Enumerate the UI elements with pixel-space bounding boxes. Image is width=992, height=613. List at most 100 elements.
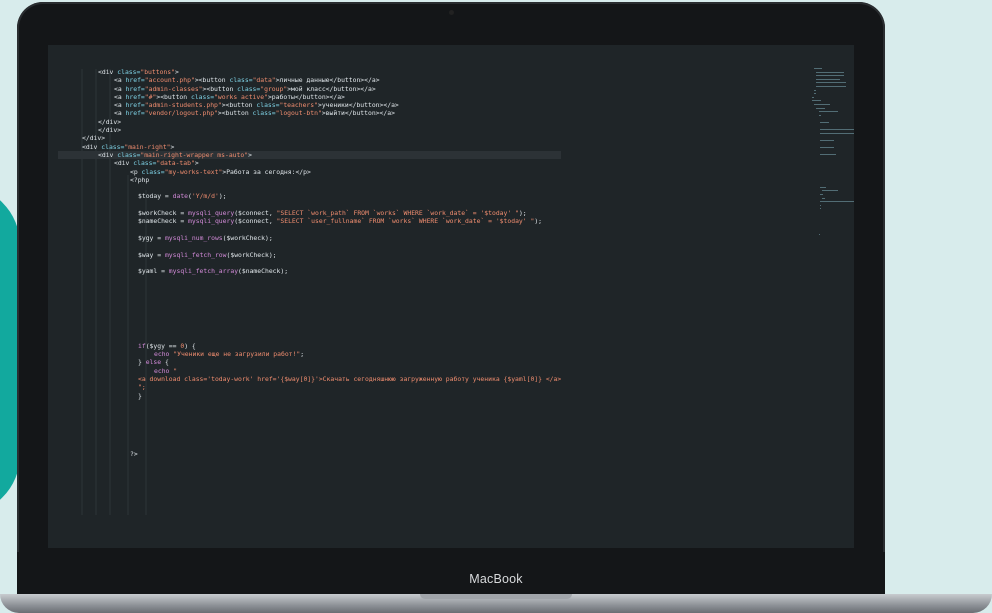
code-token: $way = (138, 250, 165, 259)
code-line[interactable] (58, 292, 561, 300)
code-line[interactable]: <p class="my-works-text">Работа за сегод… (58, 168, 561, 176)
code-line[interactable] (58, 300, 561, 308)
minimap-line (818, 114, 821, 116)
code-token: class= (229, 76, 253, 85)
minimap-line (816, 107, 826, 109)
code-token: mysqli_query (188, 217, 235, 226)
minimap-line (820, 201, 854, 203)
code-line[interactable]: $today = date('Y/m/d'); (58, 192, 561, 200)
code-token: "vendor/logout.php" (144, 109, 218, 118)
code-line[interactable]: $ygy = mysqli_num_rows($workCheck); (58, 234, 561, 242)
code-line[interactable]: <a href="admin-classes"><button class="g… (58, 85, 561, 93)
code-token: </div> (98, 117, 122, 126)
code-token: "SELECT `user_fullname` FROM `works` WHE… (276, 217, 535, 226)
code-token: >выйти</button></a> (321, 109, 395, 118)
code-line[interactable]: <a href="account.php"><button class="dat… (58, 76, 561, 84)
code-line[interactable] (58, 201, 561, 209)
code-token: "main-right" (124, 142, 171, 151)
code-line[interactable]: $nameCheck = mysqli_query($connect, "SEL… (58, 217, 561, 225)
code-token: <p (130, 167, 142, 176)
code-line[interactable]: <div class="main-right-wrapper ms-auto"> (58, 150, 562, 160)
code-token: href= (125, 101, 145, 110)
code-token: ($connect, (234, 217, 277, 226)
code-token: class= (141, 167, 165, 176)
code-line[interactable] (58, 334, 561, 342)
minimap-line (820, 132, 854, 134)
code-line[interactable] (58, 425, 561, 433)
code-line[interactable]: </div> (58, 134, 561, 142)
code-line[interactable]: </div> (58, 118, 561, 126)
code-token: "SELECT `work_path` FROM `works` WHERE `… (276, 209, 519, 218)
code-token: <div (114, 159, 134, 168)
code-line[interactable] (58, 309, 561, 317)
code-line[interactable]: <a download class='today-work' href='{$w… (58, 375, 561, 383)
code-token: } (138, 391, 142, 400)
minimap-line (822, 197, 825, 199)
code-area[interactable]: <div class="buttons"> <a href="account.ph… (58, 68, 562, 458)
code-line[interactable]: <div class="buttons"> (58, 68, 561, 76)
code-line[interactable]: <a href="admin-students.php"><button cla… (58, 101, 561, 109)
code-token: " (173, 366, 178, 375)
code-token: <a download class='today-work' href='{$w… (138, 374, 562, 383)
code-token: ); (534, 217, 543, 226)
code-line[interactable] (58, 400, 561, 408)
minimap-line (820, 140, 834, 141)
code-line[interactable] (58, 325, 561, 333)
code-line[interactable] (58, 441, 561, 449)
code-token: class= (190, 92, 215, 101)
code-token: mysqli_num_rows (164, 233, 223, 242)
code-token: "account.php" (144, 76, 195, 85)
code-line[interactable]: <div class="data-tab"> (58, 159, 561, 167)
code-line[interactable]: $yaml = mysqli_fetch_array($nameCheck); (58, 267, 561, 275)
code-line[interactable] (58, 284, 561, 292)
minimap[interactable] (808, 68, 854, 268)
code-token: class= (117, 150, 141, 159)
code-token: <div (98, 68, 118, 76)
code-line[interactable]: if($ygy == 0) { (58, 342, 561, 350)
code-token: "teachers" (279, 101, 318, 110)
code-line[interactable] (58, 242, 561, 250)
code-line[interactable]: $way = mysqli_fetch_row($workCheck); (58, 251, 561, 259)
code-token: >Работа за сегодня:</p> (222, 167, 311, 176)
code-line[interactable]: echo " (58, 367, 561, 375)
code-token: ); (218, 192, 227, 201)
code-line[interactable]: <a href="#"><button class="works active"… (58, 93, 561, 101)
code-token: href= (125, 76, 145, 85)
code-line[interactable] (58, 259, 561, 267)
code-token: > (174, 68, 179, 76)
minimap-line (816, 78, 841, 80)
minimap-line (818, 111, 838, 113)
code-line[interactable]: } else { (58, 358, 561, 366)
code-line[interactable]: } (58, 392, 561, 400)
code-token: <div (82, 142, 102, 151)
code-line[interactable] (58, 408, 561, 416)
code-token: class= (117, 68, 141, 76)
code-token: $yaml = (138, 267, 169, 276)
code-token: >работы</button></a> (267, 92, 345, 101)
code-line[interactable]: $workCheck = mysqli_query($connect, "SEL… (58, 209, 561, 217)
code-line[interactable]: <a href="vendor/logout.php"><button clas… (58, 109, 561, 117)
code-line[interactable] (58, 226, 561, 234)
code-token: ($connect, (234, 209, 277, 218)
minimap-line (814, 104, 830, 105)
code-line[interactable] (58, 184, 561, 192)
minimap-line (811, 100, 822, 102)
code-token: $today = (138, 192, 173, 201)
code-token: ><button (217, 109, 253, 118)
minimap-line (820, 194, 824, 195)
code-line[interactable] (58, 416, 561, 424)
code-line[interactable]: "; (58, 383, 561, 391)
laptop-opening-notch (420, 594, 572, 599)
code-line[interactable] (58, 433, 561, 441)
code-line[interactable]: </div> (58, 126, 561, 134)
code-line[interactable]: <?php (58, 176, 561, 184)
code-token: "data" (252, 76, 276, 85)
code-line[interactable]: ?> (58, 450, 561, 458)
code-line[interactable] (58, 275, 561, 283)
code-line[interactable]: <div class="main-right"> (58, 143, 561, 151)
code-line[interactable]: echo "Ученики еще не загрузили работ!"; (58, 350, 561, 358)
code-line[interactable] (58, 317, 561, 325)
code-token: "admin-students.php" (144, 101, 222, 110)
code-token: date (172, 192, 189, 201)
code-token: echo (154, 366, 174, 375)
